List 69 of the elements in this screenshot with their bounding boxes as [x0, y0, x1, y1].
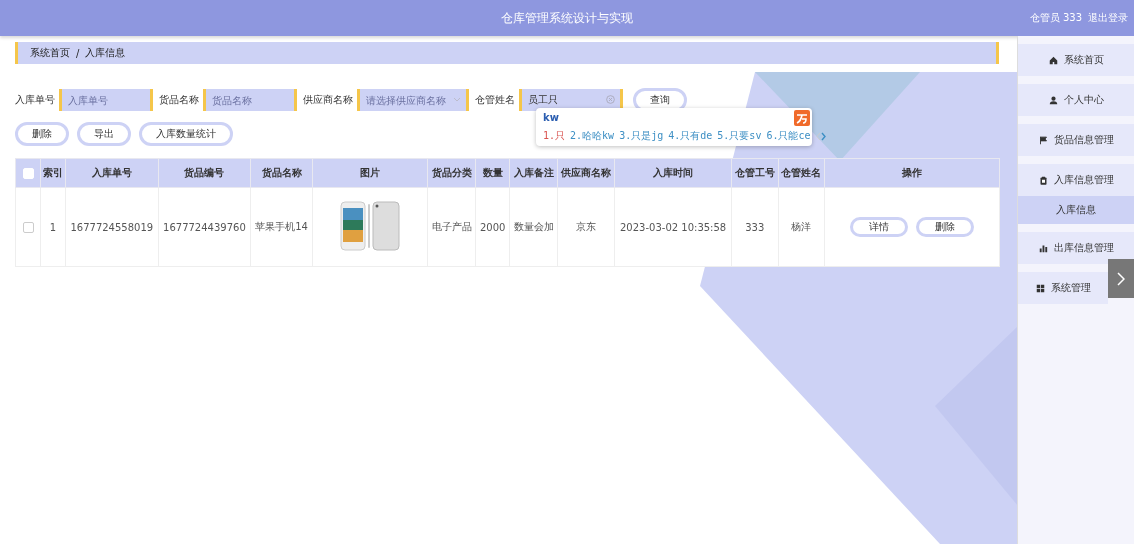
app-title: 仓库管理系统设计与实现 [501, 9, 633, 27]
row-action-button[interactable]: 删除 [916, 217, 974, 237]
table-cell: 2000 [475, 187, 510, 267]
column-header: 仓管姓名 [778, 158, 825, 188]
grid-icon [1035, 283, 1045, 293]
action-button[interactable]: 删除 [15, 122, 69, 146]
breadcrumb-item: 入库信息 [85, 46, 126, 60]
sidebar-item[interactable]: 入库信息管理 [1018, 164, 1134, 196]
ime-candidate[interactable]: 3.只是jg [619, 129, 664, 143]
action-button[interactable]: 入库数量统计 [139, 122, 233, 146]
column-header: 入库备注 [509, 158, 558, 188]
row-checkbox[interactable] [22, 221, 34, 233]
sidebar-item[interactable]: 个人中心 [1018, 84, 1134, 116]
table-cell: 1 [40, 187, 66, 267]
action-button[interactable]: 导出 [77, 122, 131, 146]
column-header: 图片 [312, 158, 428, 188]
expand-button[interactable] [1108, 259, 1134, 298]
column-header: 入库单号 [65, 158, 159, 188]
sidebar-item[interactable]: 系统首页 [1018, 44, 1134, 76]
column-header: 仓管工号 [731, 158, 778, 188]
clipboard-icon [1038, 175, 1048, 185]
table-cell: 1677724558019 [65, 187, 159, 267]
flag-icon [1038, 135, 1048, 145]
ime-candidate[interactable]: 1.只 [543, 129, 566, 143]
field-label: 供应商名称 [303, 93, 354, 107]
ime-candidate[interactable]: 4.只有de [668, 129, 713, 143]
clear-icon[interactable] [606, 95, 615, 104]
column-header: 数量 [475, 158, 510, 188]
user-name: 仓管员 333 [1029, 11, 1082, 25]
table-cell: 数量会加 [509, 187, 558, 267]
column-header: 入库时间 [614, 158, 732, 188]
person-icon [1048, 95, 1058, 105]
select-all-checkbox[interactable] [22, 167, 34, 179]
sidebar-item[interactable]: 货品信息管理 [1018, 124, 1134, 156]
input-field[interactable]: 货品名称 [203, 89, 297, 111]
column-header: 货品名称 [250, 158, 313, 188]
table-cell: 电子产品 [427, 187, 476, 267]
field-label: 仓管姓名 [475, 93, 516, 107]
chevron-down-icon [453, 97, 461, 103]
bar-chart-icon [1038, 243, 1048, 253]
ime-candidate[interactable]: 2.哈哈kw [570, 129, 615, 143]
field-label: 货品名称 [159, 93, 200, 107]
table-cell: 333 [731, 187, 778, 267]
breadcrumb-separator: / [76, 47, 80, 59]
table-cell: 京东 [557, 187, 615, 267]
select-field[interactable]: 请选择供应商名称 [357, 89, 469, 111]
ime-input-text: kw [543, 112, 559, 123]
sidebar-subitem[interactable]: 入库信息 [1018, 196, 1134, 224]
column-header: 货品编号 [158, 158, 251, 188]
sidebar-item[interactable]: 出库信息管理 [1018, 232, 1134, 264]
ime-candidate[interactable]: 6.只能ce [766, 129, 811, 143]
column-header: 索引 [40, 158, 66, 188]
field-label: 入库单号 [15, 93, 56, 107]
chevron-right-icon [1117, 271, 1125, 286]
column-header: 货品分类 [427, 158, 476, 188]
table-cell: 苹果手机14 [250, 187, 313, 267]
column-header: 操作 [824, 158, 1000, 188]
row-action-button[interactable]: 详情 [850, 217, 908, 237]
sidebar-item[interactable]: 系统管理 [1018, 272, 1108, 304]
column-header: 供应商名称 [557, 158, 615, 188]
input-field[interactable]: 员工只 [519, 89, 623, 111]
table-cell: 1677724439760 [158, 187, 251, 267]
ime-candidate[interactable]: 5.只要sv [717, 129, 762, 143]
input-field[interactable]: 入库单号 [59, 89, 153, 111]
table-cell: 杨洋 [778, 187, 825, 267]
breadcrumb-item[interactable]: 系统首页 [30, 46, 70, 60]
table-cell: 2023-03-02 10:35:58 [614, 187, 732, 267]
home-icon [1048, 55, 1058, 65]
pager-arrows-icon[interactable] [815, 131, 826, 141]
